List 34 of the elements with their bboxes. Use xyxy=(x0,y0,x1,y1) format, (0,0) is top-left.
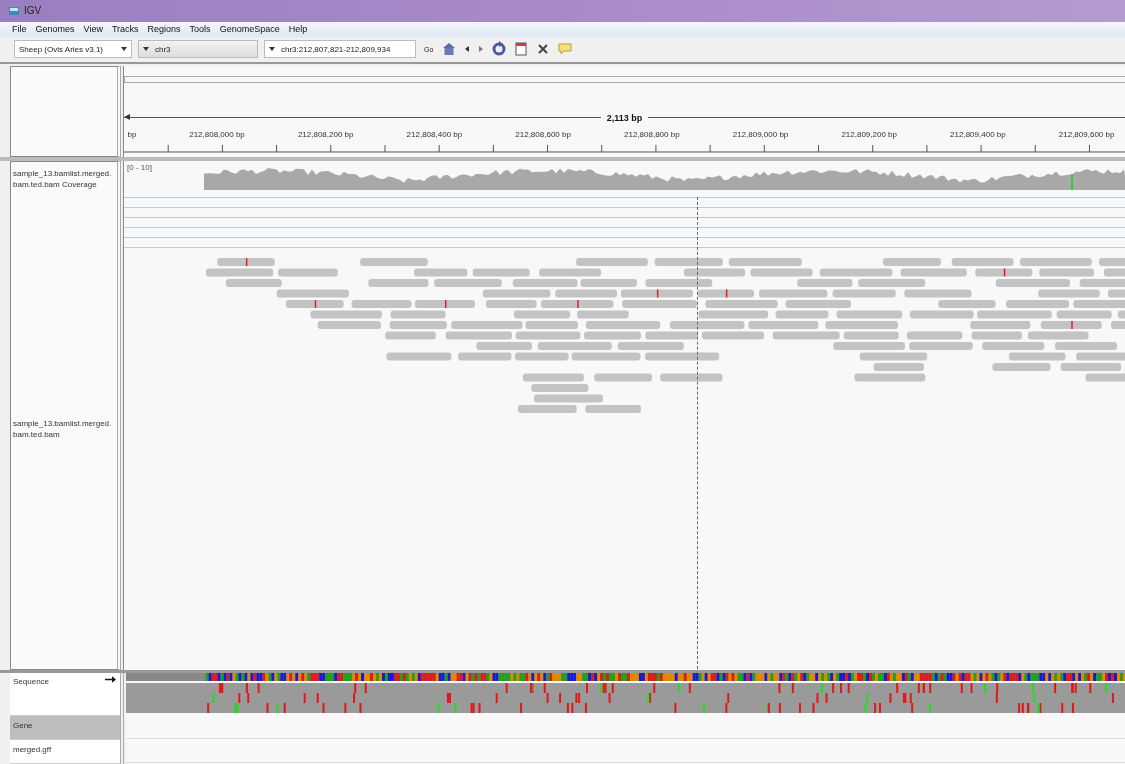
genome-dropdown[interactable]: Sheep (Ovis Aries v3.1) xyxy=(14,40,132,59)
panel-icon[interactable] xyxy=(513,41,530,58)
locus-field[interactable]: chr3:212,807,821-212,809,934 xyxy=(264,40,416,59)
ruler-label: 212,808,600 bp xyxy=(515,129,571,139)
menu-item[interactable]: Help xyxy=(288,24,308,35)
back-icon[interactable] xyxy=(463,45,472,54)
menu-item[interactable]: Tools xyxy=(189,24,211,35)
menu-item[interactable]: Genomes xyxy=(35,24,75,35)
ruler-label: 212,808,000 bp xyxy=(189,129,245,139)
track-name[interactable]: Sequence xyxy=(10,673,120,716)
ruler-label: 212,808,800 bp xyxy=(624,129,680,139)
track-name[interactable]: merged.gff xyxy=(10,740,120,764)
ruler-label: 212,808,400 bp xyxy=(406,129,463,139)
menu-item[interactable]: View xyxy=(83,24,103,35)
ruler-label: bp xyxy=(127,129,137,139)
track-name[interactable]: sample_13.bamlist.merged.bam.ted.bam xyxy=(13,418,115,441)
arrow-icon[interactable] xyxy=(105,676,116,683)
ruler-label: 212,809,000 bp xyxy=(732,129,789,139)
refresh-icon[interactable] xyxy=(491,41,508,58)
chromosome-dropdown[interactable]: chr3 xyxy=(138,40,258,59)
menu-item[interactable]: GenomeSpace xyxy=(219,24,280,35)
menu-item[interactable]: File xyxy=(12,24,27,35)
menu-item[interactable]: Tracks xyxy=(111,24,139,35)
ruler-label: 212,809,600 bp xyxy=(1058,129,1115,139)
track-name[interactable]: Gene xyxy=(10,716,120,740)
ruler-label: 212,808,200 bp xyxy=(297,129,354,139)
app-icon xyxy=(8,4,20,17)
range-label: [0 - 10] xyxy=(127,162,152,172)
window-title: IGV xyxy=(24,5,42,17)
ruler-label: 212,809,400 bp xyxy=(950,129,1006,139)
track-name[interactable]: sample_13.bamlist.merged.bam.ted.bam Coverage xyxy=(13,167,115,191)
ruler-label: 212,809,200 bp xyxy=(841,129,897,139)
menu-item[interactable]: Regions xyxy=(147,24,181,35)
span-label: 2,113 bp xyxy=(606,112,643,123)
